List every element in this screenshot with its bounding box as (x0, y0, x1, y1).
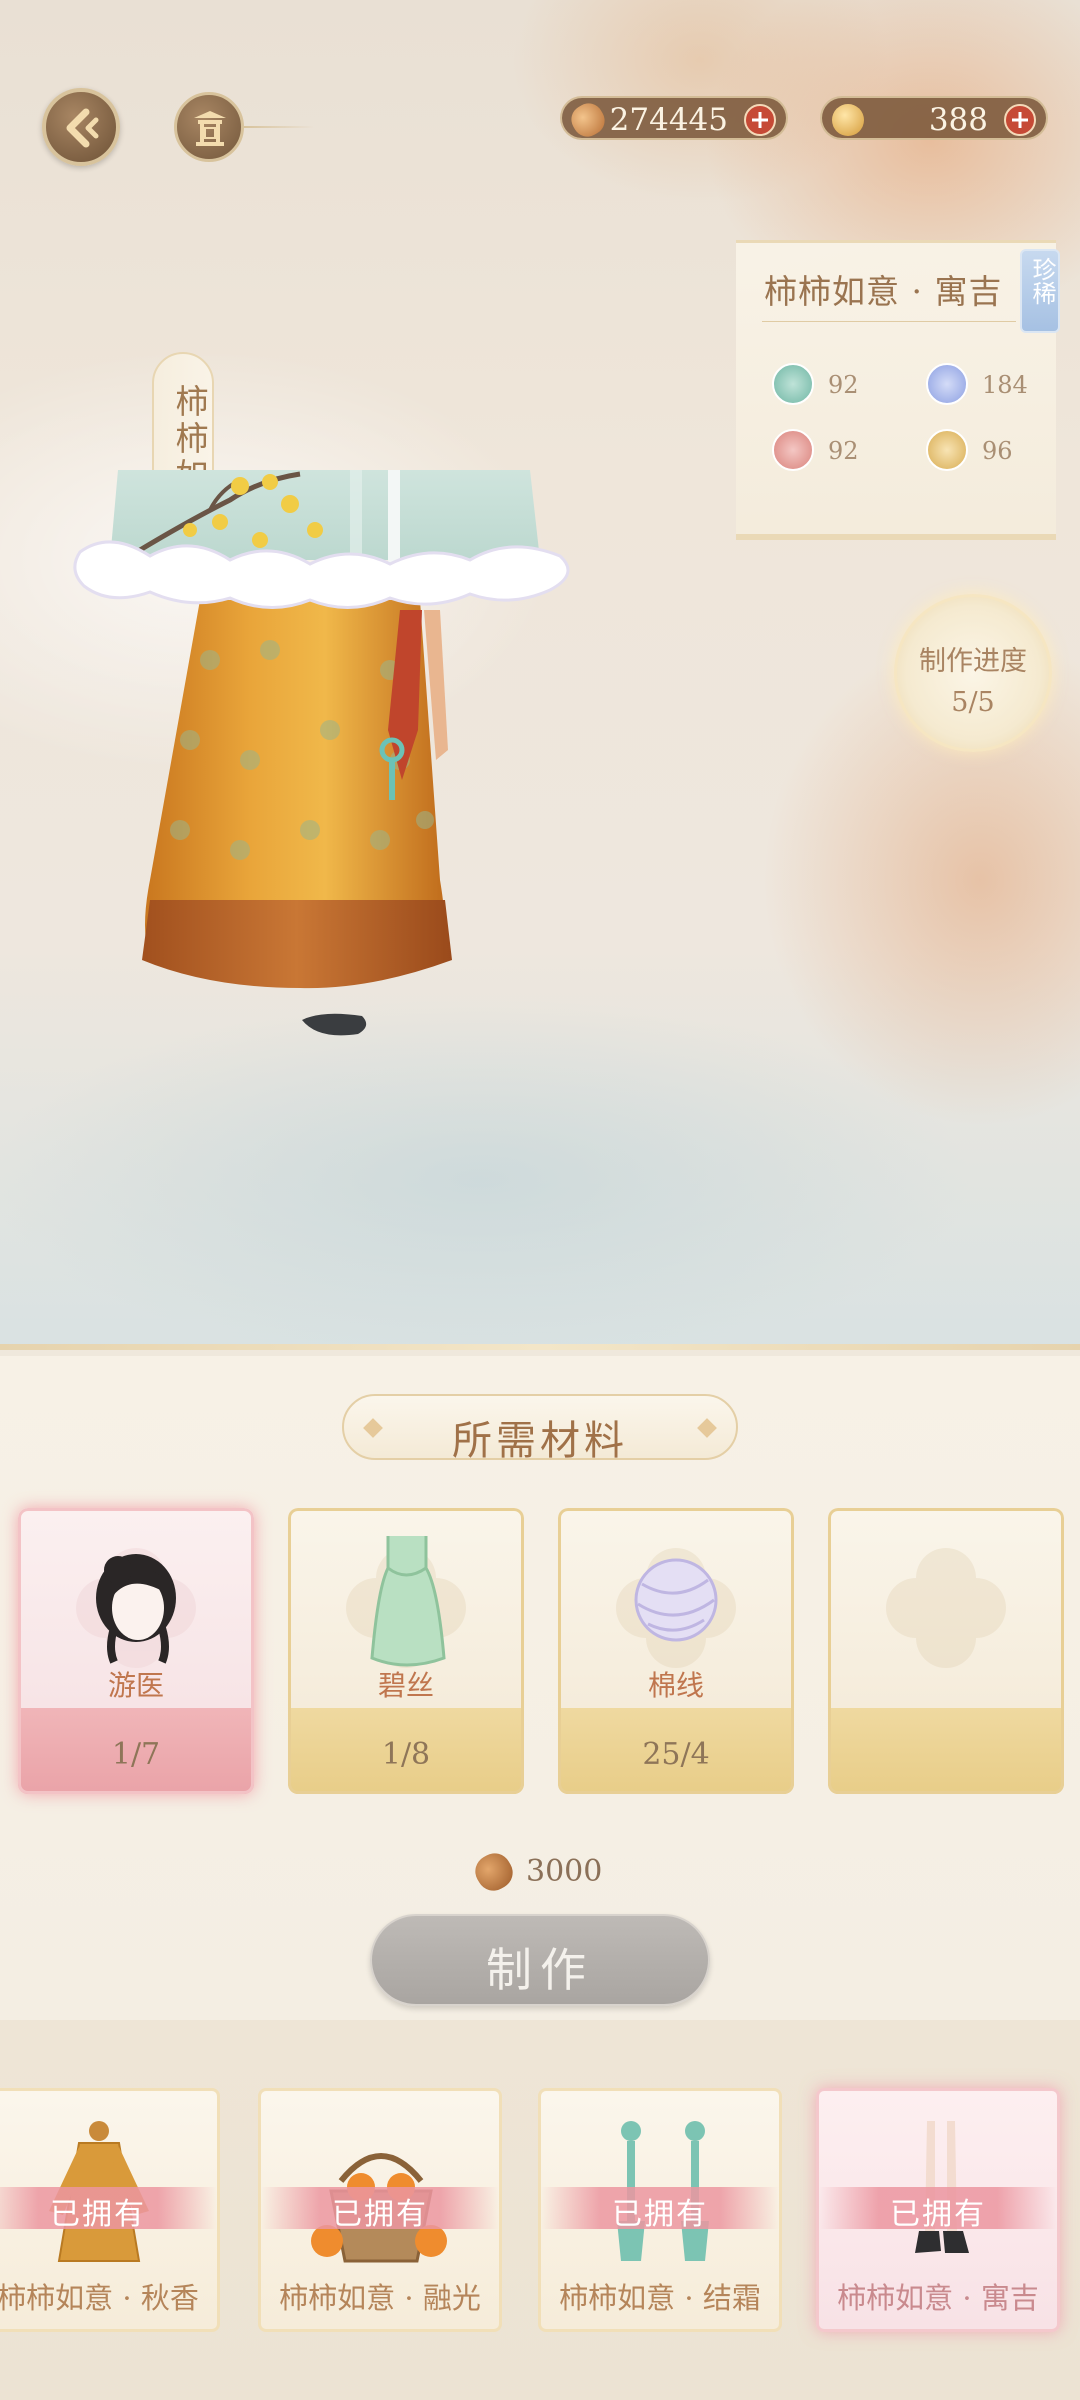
gold-ingot-icon (832, 104, 864, 136)
scene-background: 274445 388 柿柿如意 柿柿如意 · 寓吉 珍稀 92 184 92 9… (0, 0, 1080, 1350)
gold-currency: 388 (820, 96, 1048, 140)
copper-coin-icon (566, 98, 610, 142)
copper-coin-icon (469, 1847, 519, 1897)
stat-value: 92 (828, 437, 859, 465)
stat-value: 92 (828, 371, 859, 399)
outfit-card-yuji[interactable]: 已拥有 柿柿如意 · 寓吉 (816, 2088, 1060, 2332)
card-frame (288, 1508, 524, 1794)
stat-value: 184 (982, 371, 1028, 399)
rarity-badge: 珍稀 (1020, 249, 1060, 333)
owned-label: 已拥有 (50, 2197, 146, 2232)
copper-currency: 274445 (560, 96, 788, 142)
stat-sweetness: 92 (772, 429, 892, 473)
back-arrow-icon (66, 108, 99, 148)
progress-value: 5/5 (951, 687, 995, 718)
stat-freshness: 184 (926, 363, 1046, 407)
owned-label: 已拥有 (332, 2197, 428, 2232)
outfit-card-qiuxiang[interactable]: 已拥有 柿柿如意 · 秋香 (0, 2088, 220, 2332)
copper-value: 274445 (609, 102, 728, 138)
outfit-name: 柿柿如意 · 融光 (279, 2281, 481, 2315)
owned-label: 已拥有 (612, 2197, 708, 2232)
materials-title: 所需材料 (452, 1418, 628, 1464)
production-progress: 制作进度 5/5 (894, 594, 1052, 752)
stat-elegance: 92 (772, 363, 892, 407)
freshness-icon (926, 363, 968, 405)
shrine-icon (194, 111, 226, 146)
make-button-label: 制作 (486, 1943, 594, 1997)
outfit-card-jieshuang[interactable]: 已拥有 柿柿如意 · 结霜 (538, 2088, 782, 2332)
info-divider (762, 321, 1016, 322)
add-copper-button[interactable] (744, 104, 776, 136)
add-gold-button[interactable] (1004, 104, 1036, 136)
stat-maturity: 96 (926, 429, 1046, 473)
outfit-card-rongguang[interactable]: 已拥有 柿柿如意 · 融光 (258, 2088, 502, 2332)
card-frame (828, 1508, 1064, 1794)
stat-value: 96 (982, 437, 1013, 465)
shrine-divider (244, 126, 314, 128)
rarity-label: 珍稀 (1028, 257, 1056, 305)
make-button[interactable]: 制作 (370, 1914, 710, 2006)
sweetness-icon (772, 429, 814, 471)
item-info-panel: 柿柿如意 · 寓吉 珍稀 92 184 92 96 (736, 240, 1060, 540)
owned-label: 已拥有 (890, 2197, 986, 2232)
garment-illustration (73, 470, 570, 1036)
materials-panel: 所需材料 游医 1/7 碧丝 1/8 棉线 25/4 3000 制作 (0, 1356, 1080, 2020)
outfit-strip: 已拥有 柿柿如意 · 秋香 已拥有 柿柿如意 · 融光 已拥有 柿柿如意 · 结… (0, 2020, 1080, 2400)
material-card-doctor[interactable]: 游医 1/7 (18, 1508, 254, 1794)
materials-header: 所需材料 (342, 1394, 738, 1464)
progress-label: 制作进度 (919, 646, 1027, 677)
material-card-cotton-thread[interactable]: 棉线 25/4 (558, 1508, 794, 1794)
outfit-name: 柿柿如意 · 结霜 (559, 2281, 761, 2315)
outfit-name: 柿柿如意 · 寓吉 (837, 2281, 1039, 2315)
material-card-silk[interactable]: 碧丝 1/8 (288, 1508, 524, 1794)
shrine-button[interactable] (174, 92, 244, 162)
back-button[interactable] (42, 88, 120, 166)
material-card-empty (828, 1508, 1064, 1794)
item-name: 柿柿如意 · 寓吉 (764, 272, 1003, 311)
card-frame (18, 1508, 254, 1794)
gold-value: 388 (928, 102, 988, 138)
maturity-icon (926, 429, 968, 471)
cost-value: 3000 (526, 1854, 603, 1889)
outfit-name: 柿柿如意 · 秋香 (0, 2281, 199, 2315)
elegance-icon (772, 363, 814, 405)
card-frame (558, 1508, 794, 1794)
